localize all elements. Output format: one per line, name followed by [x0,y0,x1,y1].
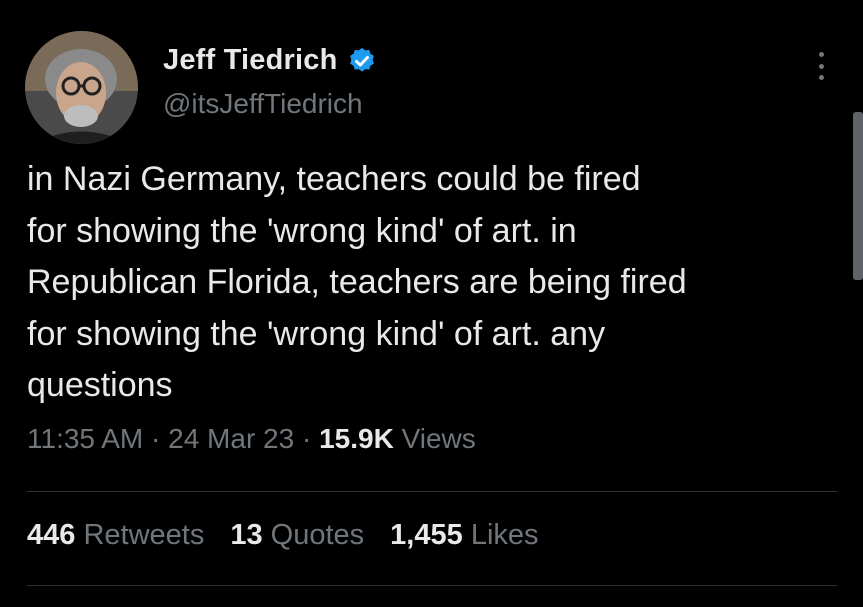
tweet-text-line: questions [27,366,173,404]
tweet-text-line: Republican Florida, teachers are being f… [27,263,687,301]
divider [27,585,837,586]
tweet-date[interactable]: 24 Mar 23 [168,423,294,454]
engagement-stats: 446 Retweets 13 Quotes 1,455 Likes [27,519,539,552]
author-name-row: Jeff Tiedrich [163,44,377,77]
avatar-image [25,31,138,144]
verified-check-icon [347,46,377,76]
tweet-text-line: in Nazi Germany, teachers could be fired [27,160,641,198]
retweets-count: 446 [27,519,76,551]
tweet-text-line: for showing the 'wrong kind' of art. any [27,314,606,353]
scrollbar[interactable] [853,112,863,280]
tweet-text: in Nazi Germany, teachers could be fired… [27,154,837,412]
more-options-icon[interactable] [810,52,832,80]
meta-separator: · [301,423,312,454]
views-label: Views [401,423,476,454]
tweet-time[interactable]: 11:35 AM [27,423,143,454]
divider [27,491,837,492]
avatar[interactable] [25,31,138,144]
retweets-stat[interactable]: 446 Retweets [27,519,204,551]
tweet-text-line: for showing the 'wrong kind' of art. in [27,211,577,250]
quotes-count: 13 [230,519,263,551]
author-handle[interactable]: @itsJeffTiedrich [163,88,363,120]
retweets-label: Retweets [83,519,205,551]
quotes-label: Quotes [270,519,365,551]
likes-count: 1,455 [390,519,463,551]
tweet-meta: 11:35 AM · 24 Mar 23 · 15.9K Views [27,423,476,455]
views-count: 15.9K [319,423,394,454]
meta-separator: · [151,423,161,454]
author-display-name[interactable]: Jeff Tiedrich [163,44,338,77]
quotes-stat[interactable]: 13 Quotes [230,519,364,551]
likes-stat[interactable]: 1,455 Likes [390,519,538,551]
likes-label: Likes [470,519,539,551]
